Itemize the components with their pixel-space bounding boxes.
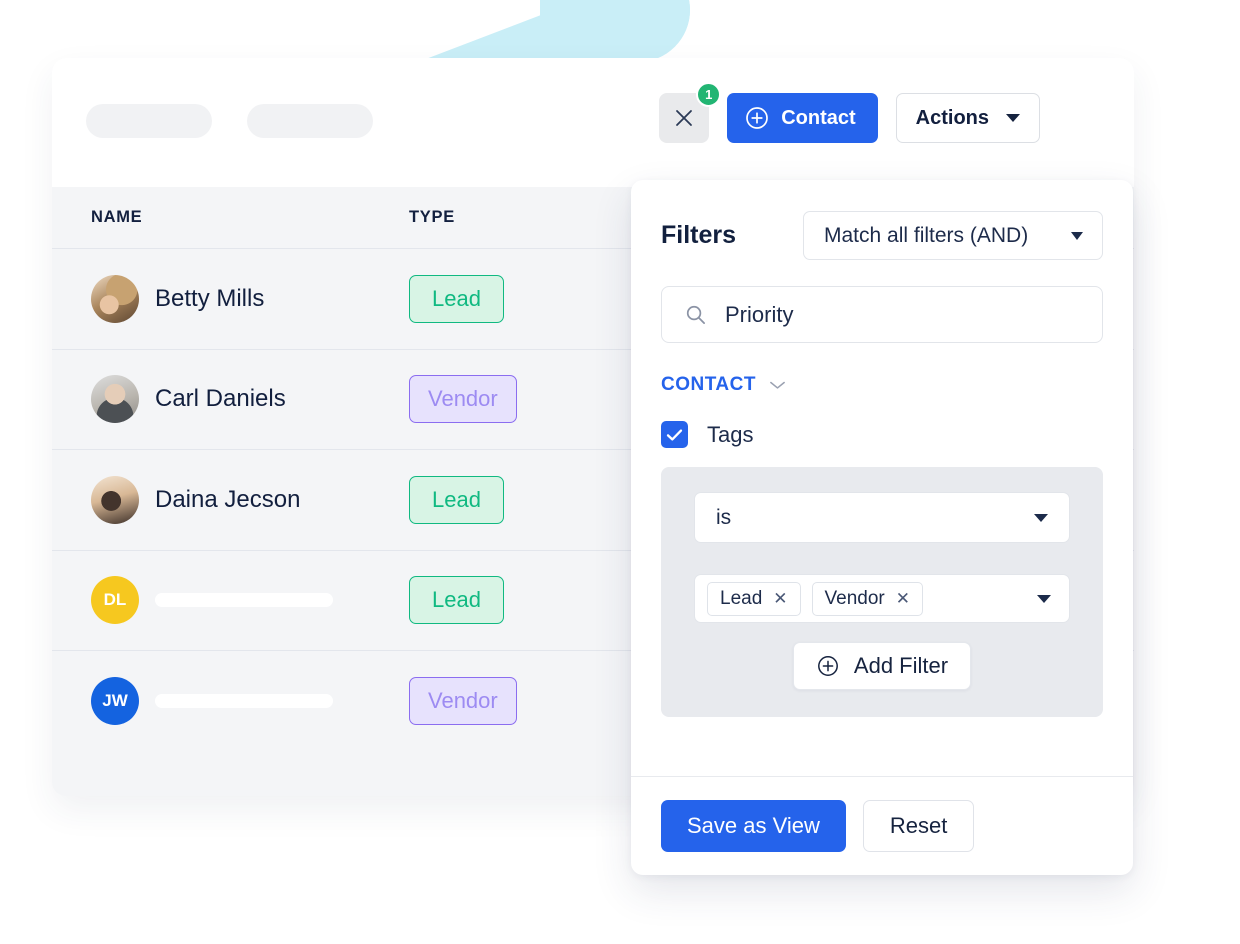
close-small-icon[interactable]: ✕ [896, 590, 910, 607]
operator-value: is [716, 505, 732, 529]
plus-circle-icon [746, 107, 769, 129]
type-badge: Lead [409, 274, 504, 323]
wedge-rounded-end [540, 0, 690, 62]
filter-group-contact[interactable]: CONTACT [661, 374, 1103, 396]
avatar: JW [91, 677, 139, 726]
operator-select[interactable]: is [694, 492, 1070, 543]
cell-name: Carl Daniels [91, 375, 409, 424]
contact-name: Daina Jecson [155, 485, 301, 513]
match-mode-value: Match all filters (AND) [824, 223, 1029, 247]
check-icon [666, 428, 683, 441]
add-contact-button[interactable]: Contact [727, 93, 878, 143]
add-filter-label: Add Filter [853, 653, 949, 678]
close-small-icon[interactable]: ✕ [773, 590, 787, 607]
cell-name: Daina Jecson [91, 475, 409, 524]
actions-button[interactable]: Actions [895, 93, 1040, 143]
skeleton-pill-1 [86, 104, 212, 138]
type-badge: Vendor [409, 677, 517, 726]
cell-name: DL [91, 576, 409, 625]
tags-label: Tags [707, 421, 754, 447]
add-contact-label: Contact [781, 106, 856, 129]
caret-down-icon [1037, 594, 1051, 603]
caret-down-icon [1006, 114, 1020, 122]
cell-name: JW [91, 677, 409, 726]
filter-count-badge: 1 [696, 82, 722, 107]
cell-name: Betty Mills [91, 274, 409, 323]
skeleton-pills [86, 104, 373, 138]
search-icon [686, 305, 705, 324]
type-badge: Vendor [409, 375, 517, 424]
value-token: Vendor ✕ [811, 581, 924, 616]
add-filter-button[interactable]: Add Filter [792, 642, 972, 690]
filters-panel: Filters Match all filters (AND) CONTACT [631, 180, 1133, 875]
column-header-name: NAME [91, 208, 143, 226]
filters-header: Filters Match all filters (AND) [661, 211, 1103, 260]
match-mode-select[interactable]: Match all filters (AND) [803, 211, 1103, 260]
filters-panel-body: Filters Match all filters (AND) CONTACT [631, 180, 1133, 776]
decorative-wedge [418, 0, 690, 62]
card-toolbar: 1 Contact Actions [52, 58, 1134, 187]
value-token-label: Lead [720, 587, 763, 609]
tags-checkbox[interactable] [661, 421, 688, 448]
filter-condition-box: is Lead ✕ Vendor ✕ Add Filter [661, 467, 1103, 717]
save-as-view-button[interactable]: Save as View [661, 800, 846, 852]
avatar [91, 475, 139, 524]
filter-search-box[interactable] [661, 286, 1103, 343]
filter-group-label: CONTACT [661, 374, 756, 395]
type-badge: Lead [409, 475, 504, 524]
value-token-label: Vendor [824, 587, 885, 609]
wedge-triangle [418, 0, 690, 62]
contact-name: Betty Mills [155, 284, 265, 312]
values-multiselect[interactable]: Lead ✕ Vendor ✕ [694, 574, 1070, 623]
plus-circle-icon [817, 656, 838, 676]
close-icon [676, 110, 693, 126]
avatar: DL [91, 576, 139, 625]
contact-name: Carl Daniels [155, 385, 286, 413]
reset-button[interactable]: Reset [862, 800, 975, 852]
name-skeleton [155, 694, 333, 709]
type-badge: Lead [409, 576, 504, 625]
close-button[interactable]: 1 [659, 82, 722, 143]
filters-title: Filters [661, 221, 737, 249]
value-token: Lead ✕ [707, 581, 801, 616]
filter-search-input[interactable] [725, 301, 1080, 328]
filters-footer: Save as View Reset [631, 776, 1133, 875]
screen-root: 1 Contact Actions NAME TYPE Betty Mills … [0, 0, 1240, 944]
skeleton-pill-2 [247, 104, 373, 138]
toolbar-actions: 1 Contact Actions [659, 82, 1040, 143]
chevron-down-icon [770, 381, 785, 389]
caret-down-icon [1034, 513, 1048, 522]
avatar [91, 274, 139, 323]
avatar [91, 375, 139, 424]
filter-field-tags[interactable]: Tags [661, 421, 1103, 448]
name-skeleton [155, 593, 333, 608]
actions-label: Actions [915, 106, 989, 129]
caret-down-icon [1071, 231, 1083, 240]
add-filter-wrap: Add Filter [694, 642, 1070, 690]
